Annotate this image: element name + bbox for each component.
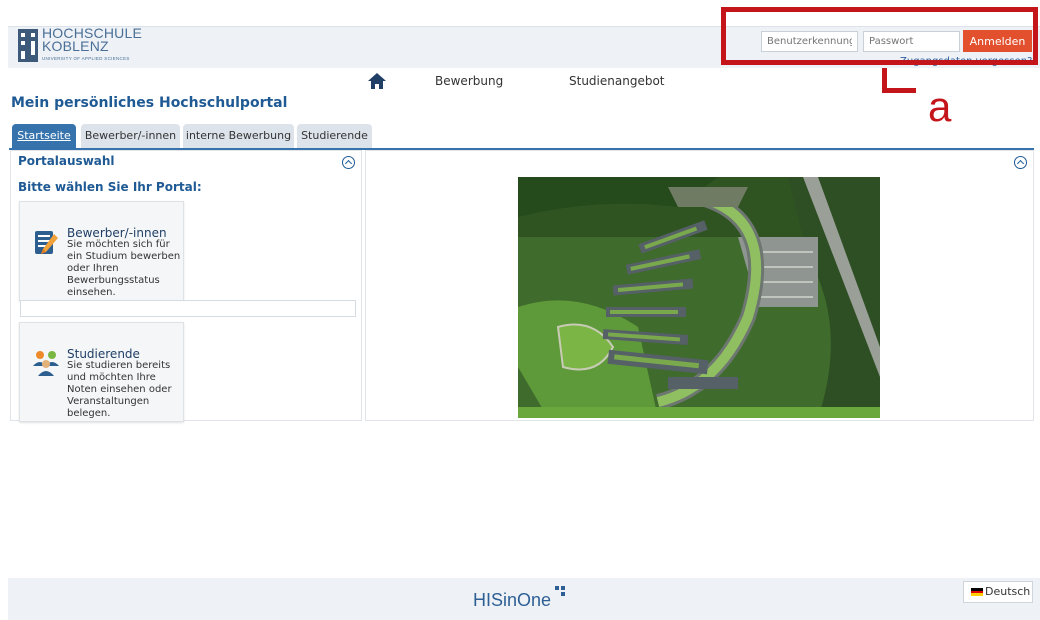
hisinone-logo: HISinOne: [473, 590, 552, 610]
annotation-label: a: [928, 83, 952, 130]
german-flag-icon: [971, 588, 983, 596]
tab-bewerber[interactable]: Bewerber/-innen: [81, 124, 180, 148]
campus-aerial-photo: [518, 177, 880, 418]
nav-item-studienangebot[interactable]: Studienangebot: [569, 74, 665, 88]
application-form-icon: [33, 228, 59, 258]
page-title: Mein persönliches Hochschulportal: [11, 95, 288, 111]
nav-item-bewerbung[interactable]: Bewerbung: [435, 74, 503, 88]
logo-mark-icon: [18, 29, 38, 62]
logo-subtitle: UNIVERSITY OF APPLIED SCIENCES: [42, 56, 130, 61]
collapse-icon[interactable]: [1014, 156, 1027, 169]
home-icon[interactable]: [367, 72, 387, 90]
card-title: Studierende: [67, 347, 140, 361]
logo-name: HOCHSCHULE KOBLENZ: [42, 25, 143, 54]
hisinone-dots-icon: [555, 585, 569, 599]
annotation-highlight-box: [721, 7, 1038, 65]
language-selector[interactable]: Deutsch: [963, 581, 1033, 603]
language-label: Deutsch: [985, 585, 1031, 598]
tab-interne-bewerbung[interactable]: interne Bewerbung: [183, 124, 294, 148]
tab-studierende[interactable]: Studierende: [297, 124, 372, 148]
students-icon: [33, 349, 59, 379]
tab-startseite[interactable]: Startseite: [12, 124, 76, 148]
footer-bar: HISinOne Deutsch: [8, 578, 1040, 620]
collapse-icon[interactable]: [342, 156, 355, 169]
portal-page: HOCHSCHULE KOBLENZ UNIVERSITY OF APPLIED…: [0, 0, 1040, 620]
portal-subtitle: Bitte wählen Sie Ihr Portal:: [18, 180, 202, 194]
university-logo[interactable]: HOCHSCHULE KOBLENZ UNIVERSITY OF APPLIED…: [18, 25, 198, 65]
panel-title: Portalauswahl: [18, 154, 115, 168]
portal-card-studierende[interactable]: Studierende Sie studieren bereits und mö…: [19, 322, 184, 422]
portal-card-bewerber[interactable]: Bewerber/-innen Sie möchten sich für ein…: [19, 201, 184, 301]
card-description: Sie studieren bereits und möchten Ihre N…: [67, 360, 172, 419]
top-navigation: Bewerbung Studienangebot: [361, 68, 684, 94]
annotation-leader-line-horizontal: [882, 88, 916, 93]
card-title: Bewerber/-innen: [67, 226, 167, 240]
portal-divider: [20, 300, 356, 317]
card-description: Sie möchten sich für ein Studium bewerbe…: [67, 239, 181, 298]
